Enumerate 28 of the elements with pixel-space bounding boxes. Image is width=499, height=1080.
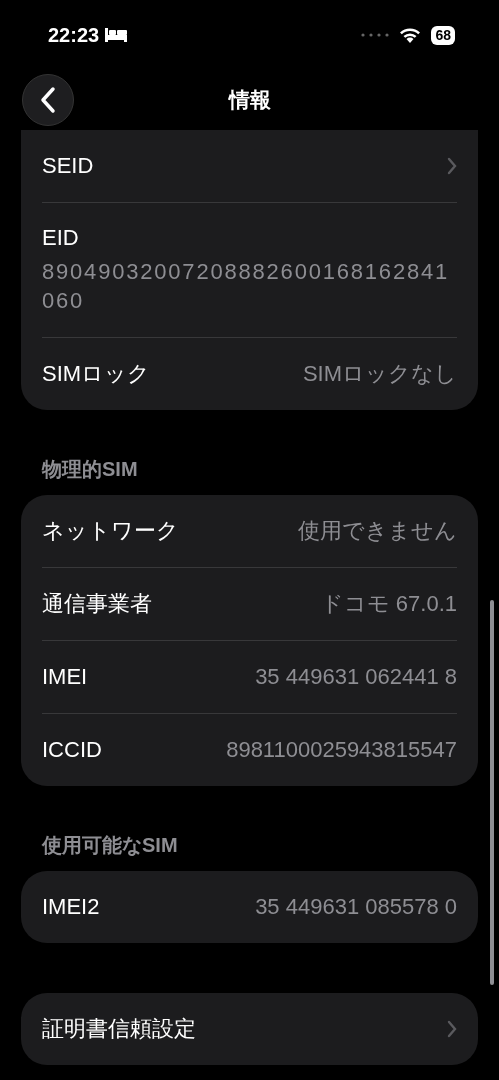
row-value: ドコモ 67.0.1 <box>320 590 457 618</box>
row-label: IMEI <box>42 664 88 690</box>
row-label: IMEI2 <box>42 894 100 920</box>
clock-time: 22:23 <box>48 23 100 47</box>
back-button[interactable] <box>22 74 74 126</box>
section-header: 使用可能なSIM <box>42 834 178 856</box>
row-value: 35 449631 062441 8 <box>255 664 457 690</box>
row-label: SIMロック <box>42 360 151 388</box>
row-value: 89049032007208882600168162841060 <box>42 258 451 315</box>
signal-dots-icon <box>361 33 390 37</box>
bed-icon <box>105 28 128 42</box>
page-title: 情報 <box>228 87 271 113</box>
row-value: 使用できません <box>298 517 457 545</box>
chevron-icon[interactable] <box>447 1020 457 1038</box>
row-value: SIMロックなし <box>302 360 457 388</box>
row-value: 35 449631 085578 0 <box>255 894 457 920</box>
row-label: ネットワーク <box>42 517 179 545</box>
row-label: 通信事業者 <box>42 590 152 618</box>
battery-level: 68 <box>431 25 455 45</box>
row-label[interactable]: SEID <box>42 153 94 179</box>
wifi-icon <box>399 27 422 43</box>
section-header: 物理的SIM <box>42 458 138 480</box>
row-label[interactable]: 証明書信頼設定 <box>42 1014 196 1044</box>
chevron-icon[interactable] <box>447 157 457 175</box>
row-label: EID <box>42 225 79 251</box>
row-value: 8981100025943815547 <box>226 737 457 763</box>
back-icon[interactable] <box>39 86 57 114</box>
row-label: ICCID <box>42 737 102 763</box>
